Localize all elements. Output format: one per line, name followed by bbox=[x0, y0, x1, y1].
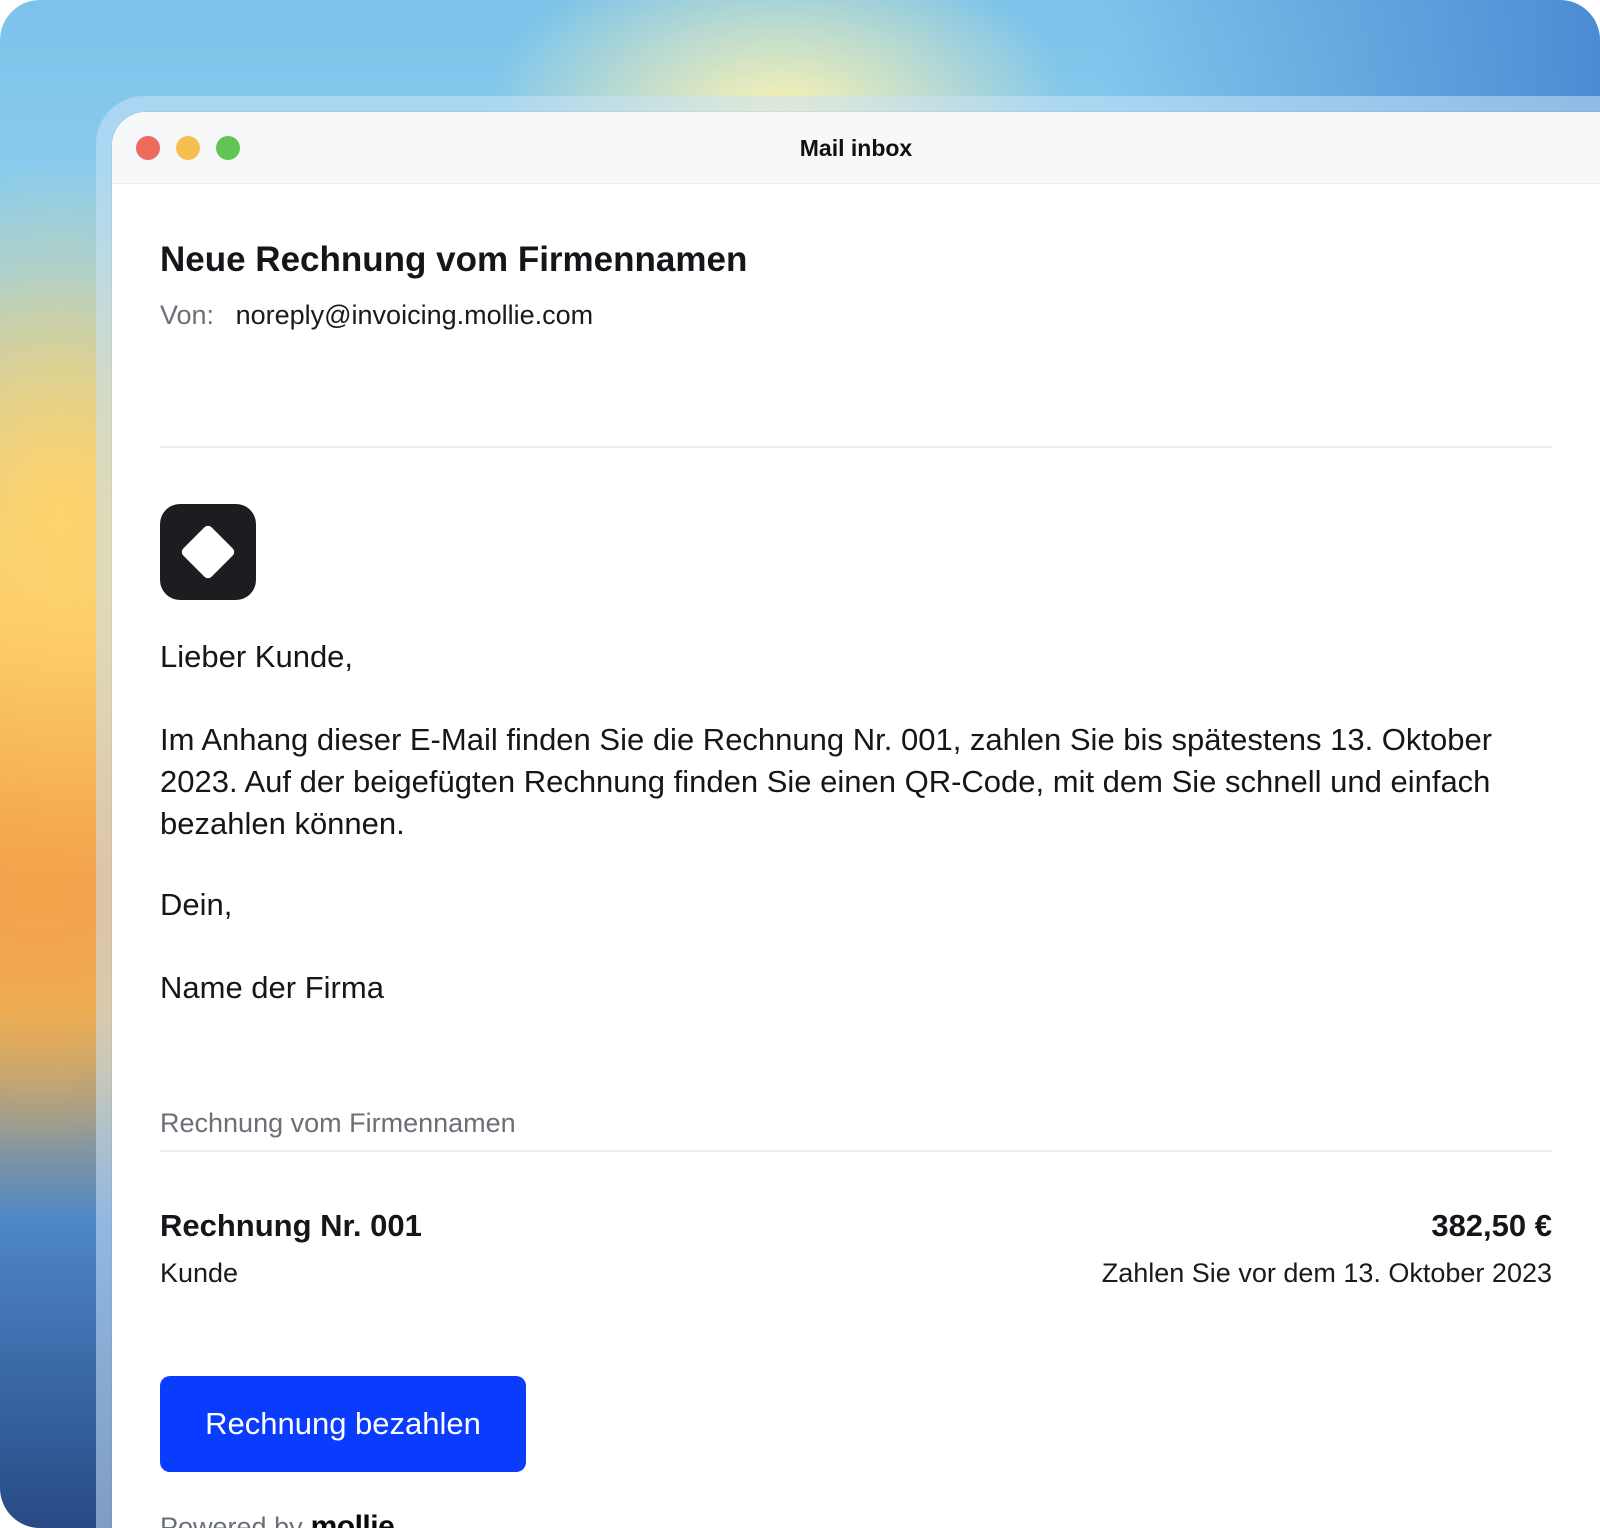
email-closing: Dein, bbox=[160, 887, 233, 922]
email-subject: Neue Rechnung vom Firmennamen bbox=[160, 240, 748, 279]
email-signature: Name der Firma bbox=[160, 970, 384, 1005]
company-logo bbox=[160, 504, 256, 600]
diamond-logo-icon bbox=[179, 523, 237, 581]
mollie-brand-logo[interactable]: mollie bbox=[311, 1510, 395, 1528]
email-greeting: Lieber Kunde, bbox=[160, 639, 354, 674]
invoice-divider bbox=[160, 1150, 1552, 1152]
pay-invoice-button[interactable]: Rechnung bezahlen bbox=[160, 1376, 526, 1472]
header-divider bbox=[160, 446, 1552, 448]
window-title: Mail inbox bbox=[799, 135, 913, 161]
mail-window: Mail inbox Neue Rechnung vom Firmennamen… bbox=[112, 112, 1600, 1528]
invoice-due-date: Zahlen Sie vor dem 13. Oktober 2023 bbox=[1101, 1258, 1552, 1288]
email-from-row: Von: noreply@invoicing.mollie.com bbox=[160, 300, 593, 331]
powered-by: Powered by mollie bbox=[160, 1510, 395, 1528]
invoice-amount: 382,50 € bbox=[1431, 1208, 1552, 1243]
invoice-summary-right: 382,50 € Zahlen Sie vor dem 13. Oktober … bbox=[1102, 1206, 1552, 1290]
powered-by-label: Powered by bbox=[160, 1512, 303, 1528]
email-paragraph: Im Anhang dieser E-Mail finden Sie die R… bbox=[160, 722, 1493, 841]
invoice-summary-left: Rechnung Nr. 001 Kunde bbox=[160, 1206, 422, 1290]
from-label: Von: bbox=[160, 300, 215, 330]
invoice-number: Rechnung Nr. 001 bbox=[160, 1208, 422, 1243]
invoice-section-label: Rechnung vom Firmennamen bbox=[160, 1108, 516, 1138]
window-titlebar: Mail inbox bbox=[112, 112, 1600, 184]
invoice-customer: Kunde bbox=[160, 1258, 239, 1288]
from-address[interactable]: noreply@invoicing.mollie.com bbox=[236, 300, 594, 330]
